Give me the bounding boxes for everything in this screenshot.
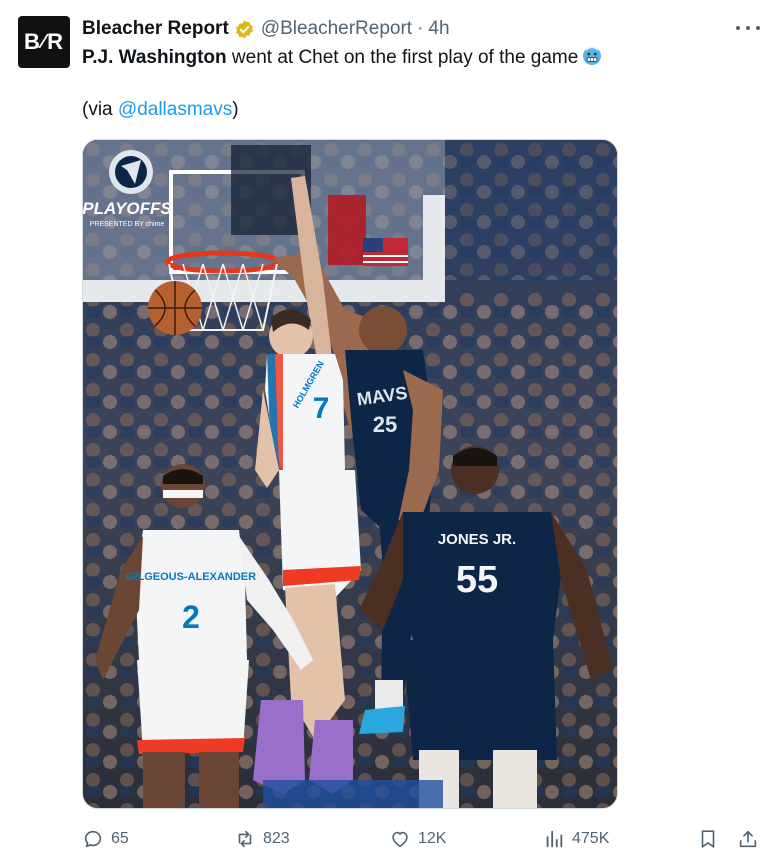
tweet-bold-name: P.J. Washington [82,47,227,68]
views-chart-icon[interactable] [543,828,565,850]
tweet[interactable]: B ⁄ R Bleacher Report @BleacherReport · … [0,0,778,868]
avatar-letter-b: B [23,29,41,54]
heart-icon[interactable] [389,828,411,850]
tweet-header: Bleacher Report @BleacherReport · 4h [82,17,450,41]
author-handle[interactable]: @BleacherReport [261,18,412,40]
svg-text:JONES JR.: JONES JR. [438,531,516,548]
tweet-actions: 65 823 12K 475K [0,822,778,856]
timestamp[interactable]: 4h [428,18,449,40]
tweet-via-line: (via @dallasmavs) [82,97,239,122]
svg-text:PLAYOFFS: PLAYOFFS [83,199,172,218]
via-prefix: (via [82,99,118,120]
reply-action[interactable]: 65 [82,822,129,856]
separator-dot: · [417,18,424,39]
reply-icon[interactable] [82,828,104,850]
repost-icon[interactable] [234,828,256,850]
gold-verified-badge-icon[interactable] [234,19,255,40]
like-count: 12K [418,830,447,847]
svg-text:2: 2 [182,599,200,635]
court-signage [263,780,443,808]
share-action[interactable] [737,822,759,856]
tweet-text-body: went at Chet on the first play of the ga… [226,47,579,68]
svg-text:PRESENTED BY chime: PRESENTED BY chime [90,221,165,228]
tweet-text: P.J. Washington went at Chet on the firs… [82,45,602,70]
more-options-icon[interactable] [736,18,760,38]
tweet-media-photo[interactable]: PLAYOFFS PRESENTED BY chime MAVS 25 7 HO… [82,139,618,809]
svg-text:7: 7 [313,392,330,425]
reply-count: 65 [111,830,129,847]
cold-face-emoji [583,46,602,65]
bookmark-action[interactable] [697,822,719,856]
avatar-letter-r: R [47,29,65,54]
bookmark-icon[interactable] [697,828,719,850]
repost-action[interactable]: 823 [234,822,290,856]
avatar-slash: ⁄ [41,30,47,53]
via-suffix: ) [232,99,239,120]
views-action[interactable]: 475K [543,822,609,856]
share-icon[interactable] [737,828,759,850]
views-count: 475K [572,830,610,847]
author-name[interactable]: Bleacher Report [82,18,229,40]
via-mention-link[interactable]: @dallasmavs [118,99,232,120]
svg-text:25: 25 [373,412,397,437]
like-action[interactable]: 12K [389,822,446,856]
svg-text:GILGEOUS-ALEXANDER: GILGEOUS-ALEXANDER [126,571,256,583]
svg-text:55: 55 [456,559,498,601]
avatar[interactable]: B ⁄ R [18,16,70,68]
dunk-photo: PLAYOFFS PRESENTED BY chime MAVS 25 7 HO… [83,140,617,808]
repost-count: 823 [263,830,290,847]
